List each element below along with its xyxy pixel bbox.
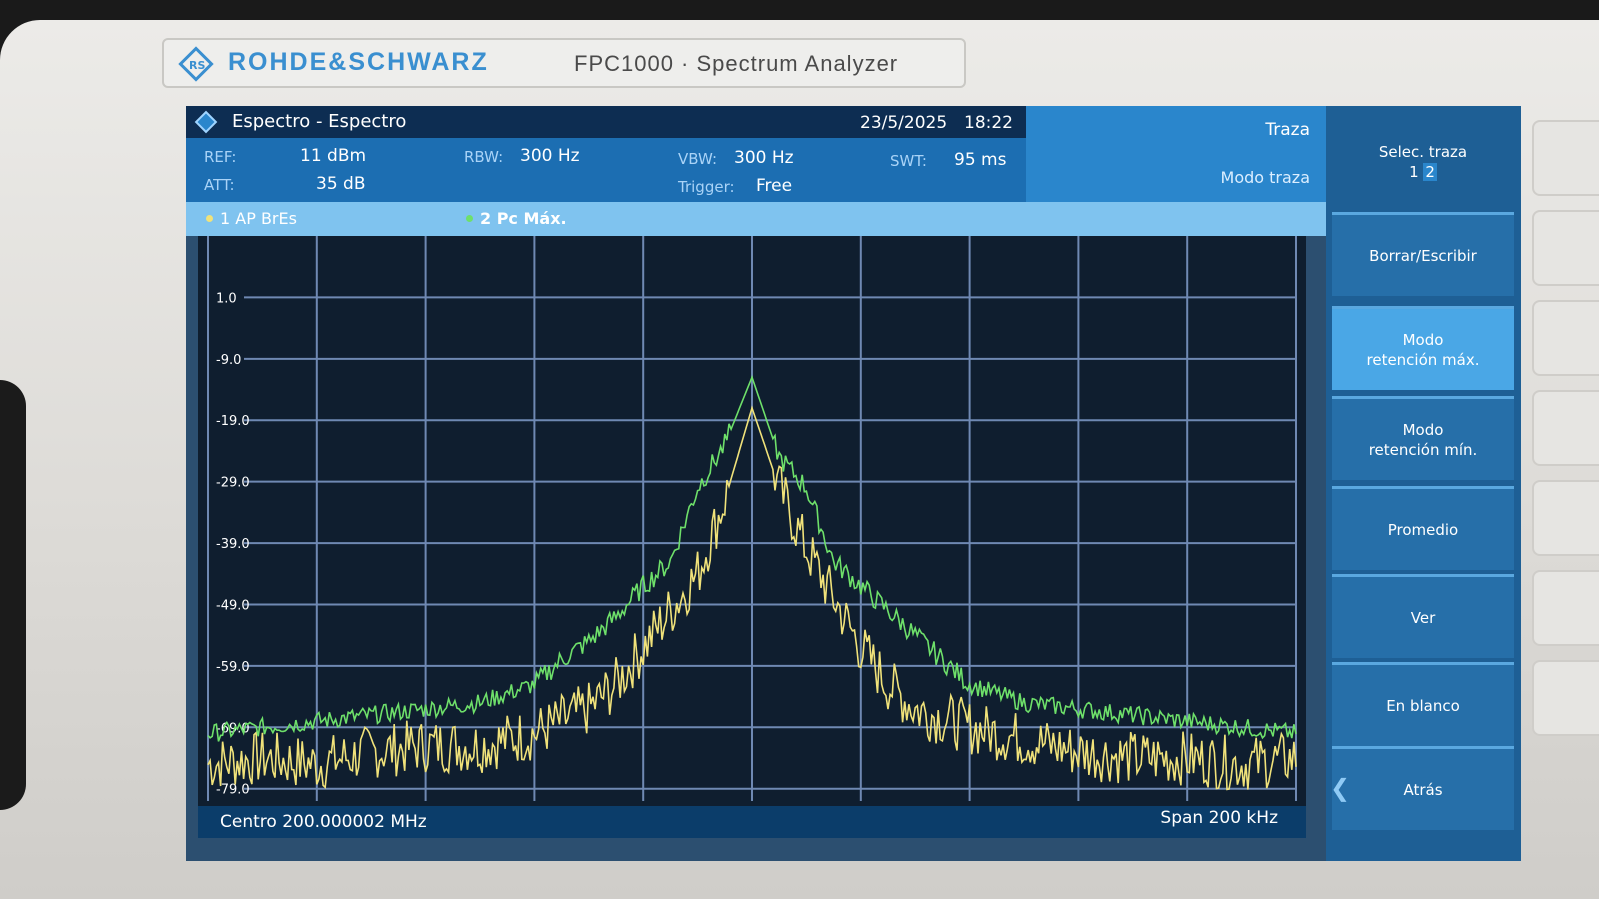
y-tick-label: -39.0 [216,537,250,552]
device-model: FPC1000 · Spectrum Analyzer [574,51,899,76]
hardware-key[interactable] [1532,300,1599,376]
y-tick-label: 1.0 [216,291,237,306]
hardware-key[interactable] [1532,660,1599,736]
max-hold-label-line1: Modo [1402,330,1444,349]
brand-name: ROHDE&SCHWARZ [228,48,489,76]
ref-value[interactable]: 11 dBm [300,146,366,166]
trigger-value[interactable]: Free [756,176,792,196]
view-button[interactable]: Ver [1332,574,1514,658]
softkey-panel: Selec. traza 1 2 Borrar/Escribir Modo re… [1326,106,1521,861]
frequency-bar: Centro 200.000002 MHz Span 200 kHz [198,806,1306,838]
view-label: Ver [1410,608,1436,627]
trace-legend: 1 AP BrEs 2 Pc Máx. [186,202,1326,236]
svg-text:RS: RS [189,59,205,72]
hardware-key[interactable] [1532,480,1599,556]
hardware-key[interactable] [1532,570,1599,646]
trace2-dot-icon [466,215,473,222]
vbw-label: VBW: [678,150,718,168]
y-tick-label: -49.0 [216,598,250,613]
back-label: Atrás [1403,780,1443,799]
hardware-key[interactable] [1532,120,1599,196]
trace-panel: Traza Modo traza [1026,106,1326,202]
clear-write-label: Borrar/Escribir [1369,246,1477,265]
att-label: ATT: [204,176,235,194]
y-tick-label: -19.0 [216,414,250,429]
trace-option-1[interactable]: 1 [1409,163,1419,181]
trace-header: Traza [1265,120,1310,140]
chevron-left-icon[interactable]: ❮ [1330,774,1350,802]
mode-diamond-icon [194,110,218,134]
y-tick-label: -9.0 [216,353,241,368]
trace-option-2[interactable]: 2 [1423,163,1437,181]
select-trace-options: 1 2 [1379,162,1467,182]
center-frequency[interactable]: Centro 200.000002 MHz [220,812,427,832]
swt-value[interactable]: 95 ms [954,150,1006,170]
vbw-value[interactable]: 300 Hz [734,148,794,168]
min-hold-label-line1: Modo [1402,420,1444,439]
span-frequency[interactable]: Span 200 kHz [1160,808,1278,828]
max-hold-button[interactable]: Modo retención máx. [1332,306,1514,390]
rohde-schwarz-logo-icon: RS [178,46,214,82]
clear-write-button[interactable]: Borrar/Escribir [1332,212,1514,296]
trace1-dot-icon [206,215,213,222]
select-trace-button[interactable]: Selec. traza 1 2 [1332,120,1514,204]
back-button[interactable]: Atrás [1332,746,1514,830]
analyzer-screen: Espectro - Espectro 23/5/2025 18:22 REF:… [186,106,1521,861]
y-tick-label: -29.0 [216,476,250,491]
trace-mode-label: Modo traza [1220,168,1310,187]
time-display: 18:22 [964,113,1013,133]
average-label: Promedio [1387,520,1459,539]
min-hold-button[interactable]: Modo retención mín. [1332,396,1514,480]
rbw-value[interactable]: 300 Hz [520,146,580,166]
select-trace-label: Selec. traza [1378,143,1468,161]
ref-label: REF: [204,148,237,166]
average-button[interactable]: Promedio [1332,486,1514,570]
hardware-key[interactable] [1532,210,1599,286]
y-tick-label: -59.0 [216,660,250,675]
spectrum-chart: 1.0-9.0-19.0-29.0-39.0-49.0-59.0-69.0-79… [207,236,1297,801]
spectrum-plot[interactable]: 1.0 -9.0 -19.0 -29.0 -39.0 -49.0 -59.0 -69.0 -79… [198,236,1306,806]
trigger-label: Trigger: [678,178,735,196]
blank-label: En blanco [1386,696,1460,715]
blank-button[interactable]: En blanco [1332,662,1514,746]
brand-plate: RS ROHDE&SCHWARZ FPC1000 · Spectrum Anal… [162,38,966,88]
rbw-label: RBW: [464,148,504,166]
att-value[interactable]: 35 dB [316,174,366,194]
date-display: 23/5/2025 [860,113,948,133]
device-grip [0,380,26,810]
swt-label: SWT: [890,152,927,170]
max-hold-label-line2: retención máx. [1366,350,1480,369]
measurement-title: Espectro - Espectro [232,111,407,132]
trace2-label[interactable]: 2 Pc Máx. [480,209,567,228]
hardware-key[interactable] [1532,390,1599,466]
min-hold-label-line2: retención mín. [1368,440,1478,459]
trace1-label[interactable]: 1 AP BrEs [220,209,297,228]
